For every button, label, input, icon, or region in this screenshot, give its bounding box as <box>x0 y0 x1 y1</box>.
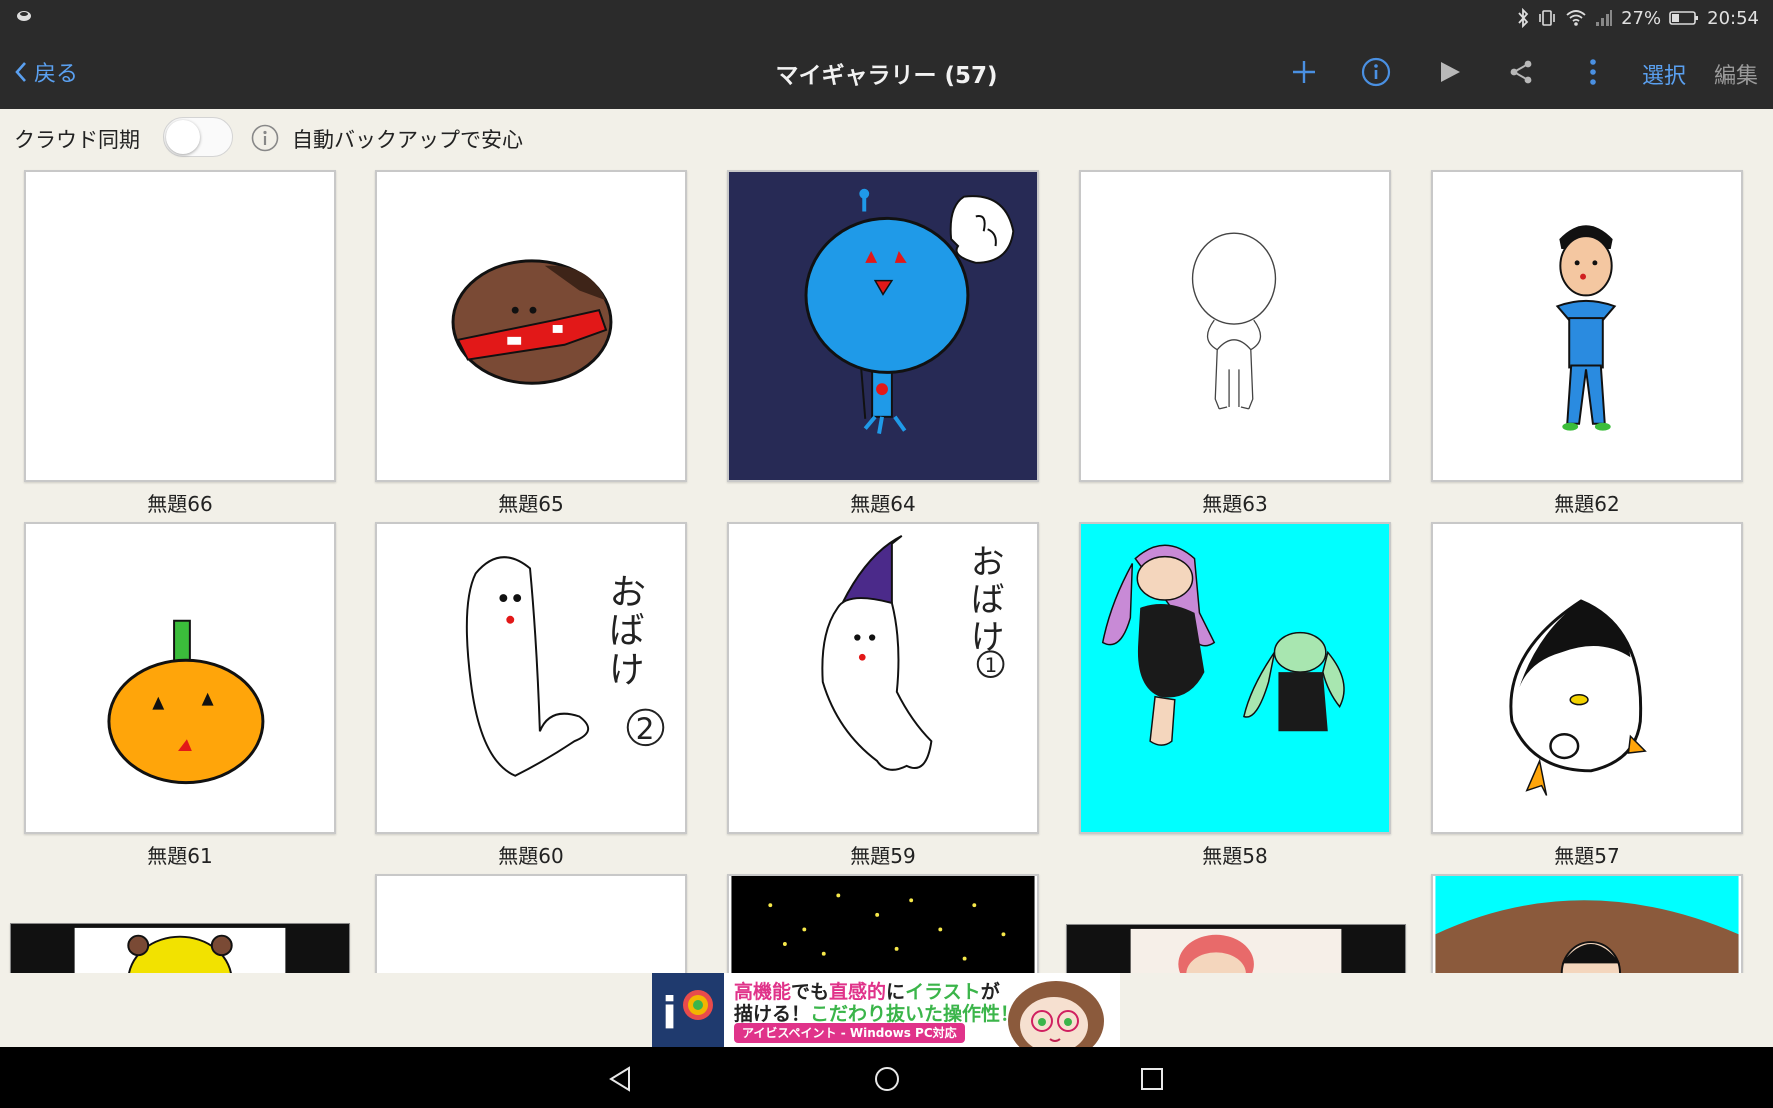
battery-percent: 27% <box>1621 7 1662 29</box>
backup-text: 自動バックアップで安心 <box>292 128 523 152</box>
cloud-sync-toggle[interactable] <box>163 117 233 157</box>
wifi-icon <box>1566 10 1586 26</box>
artwork-thumbnail[interactable] <box>1431 522 1743 834</box>
share-button[interactable] <box>1499 50 1543 94</box>
artwork-thumbnail[interactable] <box>1066 924 1406 973</box>
play-icon <box>1441 62 1460 82</box>
artwork-thumbnail[interactable] <box>727 874 1039 973</box>
chevron-left-icon <box>15 62 26 82</box>
nav-home-icon[interactable] <box>867 1059 907 1099</box>
svg-text:け: け <box>609 650 645 691</box>
back-button[interactable]: 戻る <box>14 56 78 88</box>
svg-text:ば: ば <box>971 580 1005 619</box>
bluetooth-icon <box>1518 8 1529 28</box>
system-navigation-bar <box>0 1047 1773 1108</box>
svg-text:i: i <box>662 988 677 1039</box>
artwork-title: 無題63 <box>1202 492 1268 516</box>
ad-character-illustration <box>1008 981 1104 1047</box>
artwork-thumbnail[interactable] <box>727 170 1039 482</box>
signal-icon <box>1596 10 1613 26</box>
svg-text:お: お <box>971 542 1005 581</box>
ad-line-2: 描ける！こだわり抜いた操作性！ <box>734 1003 1020 1025</box>
more-button[interactable] <box>1571 50 1615 94</box>
svg-text:ば: ば <box>609 610 645 651</box>
artwork-title: 無題60 <box>498 844 564 868</box>
gallery-grid: 無題66 無題65 無題64 無題63 無題62 無題61 お ば け 2 無題… <box>0 167 1773 973</box>
artwork-title: 無題59 <box>850 844 916 868</box>
app-bar: 戻る マイギャラリー (57) 選択 編集 <box>0 36 1773 109</box>
artwork-title: 無題58 <box>1202 844 1268 868</box>
artwork-title: 無題65 <box>498 492 564 516</box>
plus-icon <box>1293 61 1315 83</box>
slideshow-button[interactable] <box>1428 50 1472 94</box>
ad-bar: i 高機能でも直感的にイラストが 描ける！こだわり抜いた操作性！ アイビスペイン… <box>0 973 1773 1047</box>
artwork-thumbnail[interactable]: お ば け 2 <box>375 522 687 834</box>
svg-text:お: お <box>608 571 647 615</box>
select-button[interactable]: 選択 <box>1642 58 1686 90</box>
info-button[interactable] <box>1354 50 1398 94</box>
artwork-thumbnail[interactable] <box>375 874 687 973</box>
share-icon <box>1510 60 1532 84</box>
artwork-thumbnail[interactable] <box>375 170 687 482</box>
toggle-knob <box>166 120 200 154</box>
more-vertical-icon <box>1590 59 1596 85</box>
artwork-title: 無題61 <box>147 844 213 868</box>
nav-back-icon[interactable] <box>601 1059 641 1099</box>
artwork-title: 無題64 <box>850 492 916 516</box>
nav-recents-icon[interactable] <box>1132 1059 1172 1099</box>
artwork-thumbnail[interactable] <box>1079 170 1391 482</box>
info-icon <box>1361 57 1391 87</box>
vibrate-icon <box>1539 10 1555 26</box>
artwork-title: 無題57 <box>1554 844 1620 868</box>
ad-tagline: アイビスペイント - Windows PC対応 <box>734 1023 965 1043</box>
svg-text:1: 1 <box>985 654 998 677</box>
artwork-thumbnail[interactable] <box>10 923 350 973</box>
artwork-thumbnail[interactable] <box>24 170 336 482</box>
clock: 20:54 <box>1707 7 1759 29</box>
cloud-sync-bar: クラウド同期 自動バックアップで安心 <box>0 109 1773 167</box>
svg-text:け: け <box>971 617 1005 656</box>
battery-icon <box>1669 11 1699 25</box>
svg-text:2: 2 <box>636 712 655 746</box>
edit-button[interactable]: 編集 <box>1714 58 1758 90</box>
cloud-sync-label: クラウド同期 <box>14 128 140 152</box>
status-bar: 27% 20:54 <box>0 0 1773 36</box>
backup-info-icon[interactable] <box>251 124 279 152</box>
artwork-title: 無題66 <box>147 492 213 516</box>
ad-banner[interactable]: i 高機能でも直感的にイラストが 描ける！こだわり抜いた操作性！ アイビスペイン… <box>652 973 1120 1047</box>
artwork-thumbnail[interactable] <box>1431 170 1743 482</box>
artwork-thumbnail[interactable] <box>24 522 336 834</box>
add-button[interactable] <box>1282 50 1326 94</box>
artwork-thumbnail[interactable] <box>1079 522 1391 834</box>
artwork-title: 無題62 <box>1554 492 1620 516</box>
artwork-thumbnail[interactable] <box>1431 874 1743 973</box>
artwork-thumbnail[interactable]: お ば け 1 <box>727 522 1039 834</box>
app-notification-icon <box>17 11 31 21</box>
ibis-paint-logo: i <box>652 973 724 1047</box>
back-label: 戻る <box>34 62 79 87</box>
